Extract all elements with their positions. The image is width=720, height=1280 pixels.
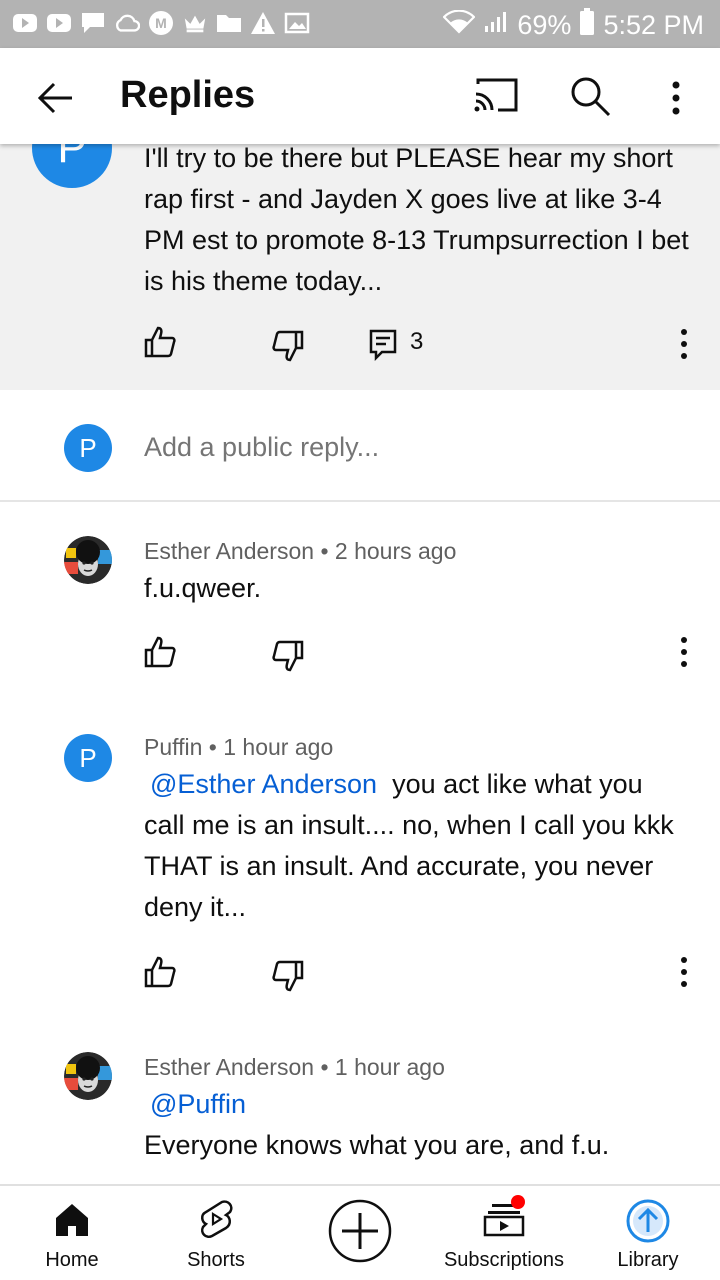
avatar[interactable]: P (64, 734, 112, 782)
more-vert-icon (672, 81, 680, 115)
comment-more-icon[interactable] (666, 324, 702, 364)
nav-subscriptions[interactable]: Subscriptions (434, 1186, 574, 1280)
more-options-button[interactable] (660, 74, 692, 122)
reply-text: @Esther Anderson you act like what you c… (144, 769, 674, 922)
timestamp: 1 hour ago (223, 734, 334, 760)
subscriptions-icon (483, 1195, 525, 1237)
reply-more-icon[interactable] (666, 632, 702, 672)
search-button[interactable] (566, 72, 614, 120)
bottom-navigation: Home Shorts Subscriptions Library (0, 1184, 720, 1280)
battery-icon (579, 8, 595, 43)
status-bar: M 69% 5:52 PM (0, 0, 720, 48)
create-button[interactable] (320, 1186, 400, 1280)
image-notification-icon (284, 10, 310, 36)
page-title: Replies (120, 74, 256, 116)
nav-home[interactable]: Home (22, 1186, 122, 1280)
home-icon (56, 1204, 88, 1236)
youtube-notification-icon-2 (46, 10, 72, 36)
add-reply-row[interactable]: P Add a public reply... (0, 390, 720, 502)
dislike-icon[interactable] (270, 638, 306, 674)
cloud-notification-icon (114, 10, 140, 36)
svg-text:M: M (155, 15, 167, 31)
message-notification-icon (80, 10, 106, 36)
parent-comment: P I'll try to be there but PLEASE hear m… (0, 144, 720, 390)
cast-button[interactable] (472, 76, 520, 116)
mention-link[interactable]: @Puffin (144, 1089, 246, 1119)
avatar[interactable] (64, 1052, 112, 1100)
avatar[interactable]: P (32, 144, 112, 188)
like-icon[interactable] (142, 954, 178, 990)
clock: 5:52 PM (603, 10, 704, 40)
nav-home-label: Home (45, 1249, 99, 1271)
wifi-icon (442, 9, 476, 41)
crown-notification-icon (182, 10, 208, 36)
search-icon (571, 77, 611, 117)
reply-item: Esther Anderson • 2 hours ago f.u.qweer. (0, 502, 720, 702)
battery-percent: 69% (517, 10, 572, 40)
cast-icon (474, 78, 518, 112)
notification-dot (511, 1195, 525, 1209)
reply-item: Esther Anderson • 1 hour ago @Puffin Eve… (0, 1020, 720, 1184)
like-icon[interactable] (142, 634, 178, 670)
reply-input[interactable]: Add a public reply... (144, 432, 379, 463)
back-arrow-icon (37, 82, 72, 114)
app-bar: Replies (0, 48, 720, 144)
avatar[interactable] (64, 536, 112, 584)
reply-count: 3 (410, 328, 424, 355)
comment-text: I'll try to be there but PLEASE hear my … (144, 144, 689, 296)
warning-notification-icon (250, 10, 276, 36)
notification-icons: M (12, 10, 310, 36)
signal-icon (483, 10, 509, 41)
reply-meta: Esther Anderson • 2 hours ago (144, 538, 456, 565)
meta-separator: • (320, 538, 329, 564)
reply-text: f.u.qweer. (144, 573, 262, 603)
shorts-icon (201, 1200, 233, 1238)
author-name[interactable]: Esther Anderson (144, 538, 314, 564)
timestamp: 1 hour ago (334, 1054, 445, 1080)
meta-separator: • (320, 1054, 329, 1080)
like-icon[interactable] (142, 324, 178, 360)
nav-library[interactable]: Library (598, 1186, 698, 1280)
reply-meta: Puffin • 1 hour ago (144, 734, 333, 761)
mention-link[interactable]: @Esther Anderson (144, 769, 377, 799)
reply-count-icon[interactable] (368, 328, 398, 362)
timestamp: 2 hours ago (334, 538, 457, 564)
avatar: P (64, 424, 112, 472)
reply-more-icon[interactable] (666, 952, 702, 992)
dislike-icon[interactable] (270, 958, 306, 994)
author-name[interactable]: Puffin (144, 734, 202, 760)
library-icon (626, 1199, 670, 1243)
m-app-notification-icon: M (148, 10, 174, 36)
add-circle-icon (328, 1199, 392, 1263)
youtube-notification-icon (12, 10, 38, 36)
reply-meta: Esther Anderson • 1 hour ago (144, 1054, 445, 1081)
reply-text: @Puffin Everyone knows what you are, and… (144, 1089, 610, 1160)
nav-library-label: Library (617, 1249, 679, 1271)
author-name[interactable]: Esther Anderson (144, 1054, 314, 1080)
reply-item: P Puffin • 1 hour ago @Esther Anderson y… (0, 702, 720, 1020)
system-icons: 69% 5:52 PM (442, 8, 704, 43)
nav-subscriptions-label: Subscriptions (443, 1249, 565, 1271)
back-button[interactable] (32, 74, 80, 122)
meta-separator: • (208, 734, 217, 760)
nav-shorts[interactable]: Shorts (166, 1186, 266, 1280)
dislike-icon[interactable] (270, 328, 306, 364)
nav-shorts-label: Shorts (187, 1249, 245, 1271)
folder-notification-icon (216, 10, 242, 36)
